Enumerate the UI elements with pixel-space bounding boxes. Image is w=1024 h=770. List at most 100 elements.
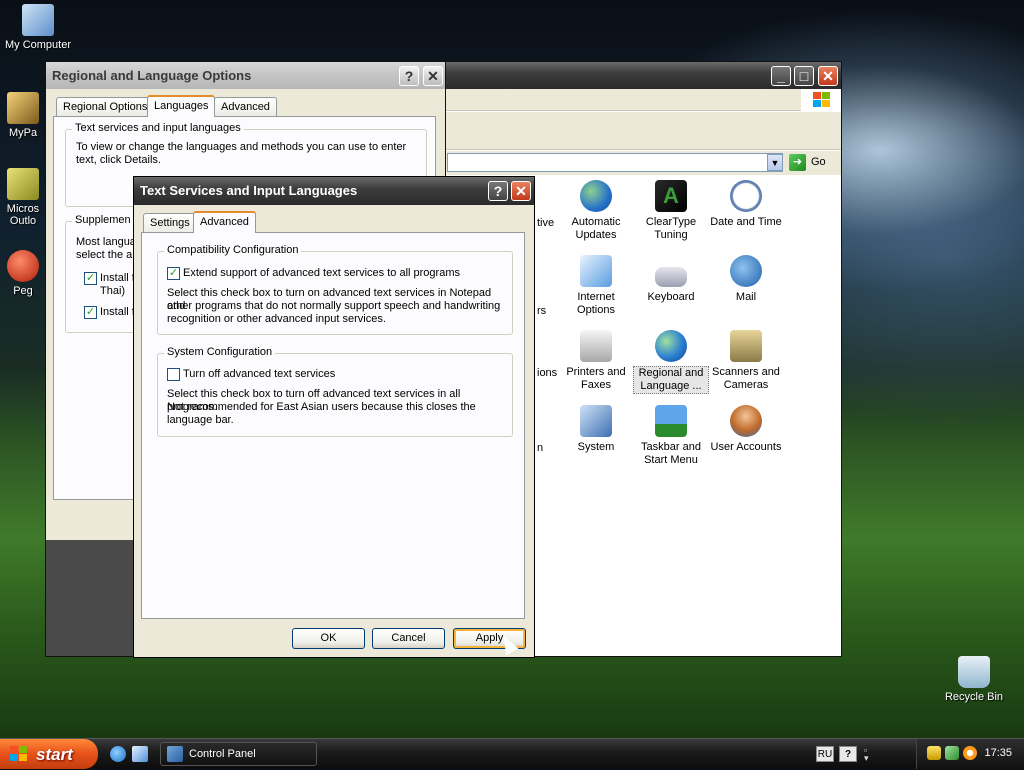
help-button[interactable]: ?	[399, 66, 419, 86]
cp-printers-and-faxes[interactable]: Printers and Faxes	[558, 330, 634, 392]
system-icon	[580, 405, 612, 437]
close-button[interactable]: ✕	[511, 181, 531, 201]
peg-icon	[7, 250, 39, 282]
tab-regional-options[interactable]: Regional Options	[56, 97, 155, 117]
desktop-icon-label: Micros	[6, 203, 40, 215]
outlook-icon	[7, 168, 39, 200]
scanner-icon	[730, 330, 762, 362]
cp-label: Mail	[735, 291, 757, 303]
desktop-icon-peg[interactable]: Peg	[0, 250, 46, 297]
tab-languages[interactable]: Languages	[147, 95, 216, 117]
cp-date-and-time[interactable]: Date and Time	[708, 180, 784, 229]
turn-off-text-services-checkbox[interactable]	[167, 368, 180, 381]
compatibility-group: Compatibility Configuration ✓ Extend sup…	[157, 244, 513, 335]
cp-automatic-updates[interactable]: Automatic Updates	[558, 180, 634, 242]
group-text: To view or change the languages and meth…	[76, 141, 407, 153]
desktop-icon-recycle-bin[interactable]: Recycle Bin	[936, 656, 1012, 703]
tab-advanced[interactable]: Advanced	[193, 211, 256, 233]
cp-keyboard[interactable]: Keyboard	[633, 255, 709, 304]
my-computer-icon	[22, 4, 54, 36]
address-dropdown-button[interactable]: ▼	[767, 154, 783, 171]
ok-button[interactable]: OK	[292, 628, 365, 649]
group-title: Compatibility Configuration	[164, 244, 302, 256]
users-icon	[730, 405, 762, 437]
checkbox-label: Thai)	[100, 285, 126, 297]
checkbox-label: Install fi	[100, 272, 138, 284]
text-services-dialog: Text Services and Input Languages ? ✕ Se…	[133, 176, 535, 658]
windows-flag-icon	[10, 746, 28, 762]
toolbar	[445, 112, 841, 150]
text-services-titlebar: Text Services and Input Languages	[134, 177, 534, 205]
cancel-button[interactable]: Cancel	[372, 628, 445, 649]
internet-explorer-icon[interactable]	[110, 746, 126, 762]
cp-label: ClearType Tuning	[645, 216, 697, 241]
partial-label: ions	[537, 367, 558, 379]
cp-internet-options[interactable]: Internet Options	[558, 255, 634, 317]
internet-icon	[580, 255, 612, 287]
description-text: recognition or other advanced input serv…	[167, 313, 386, 325]
desktop-icon-label: Outlo	[9, 215, 37, 227]
advanced-tab-panel: Compatibility Configuration ✓ Extend sup…	[141, 232, 525, 619]
desktop-icon-label: Peg	[13, 285, 33, 297]
cp-label: Keyboard	[647, 291, 695, 303]
help-button[interactable]: ?	[488, 181, 508, 201]
start-button[interactable]: start	[0, 739, 98, 769]
desktop-icon-label: MyPa	[8, 127, 38, 139]
desktop-icon-my-computer[interactable]: My Computer	[0, 4, 76, 51]
group-text: Most langua	[76, 236, 136, 248]
taskbar-icon	[655, 405, 687, 437]
text-services-title: Text Services and Input Languages	[140, 183, 358, 198]
security-shield-icon[interactable]	[927, 746, 941, 760]
maximize-button[interactable]: □	[794, 66, 814, 86]
desktop-icon-mypa[interactable]: MyPa	[0, 92, 46, 139]
cp-scanners-and-cameras[interactable]: Scanners and Cameras	[708, 330, 784, 392]
go-arrow-icon: ➜	[789, 154, 806, 171]
install-files-checkbox-1[interactable]: ✓	[84, 272, 97, 285]
network-icon[interactable]	[945, 746, 959, 760]
group-text: text, click Details.	[76, 154, 161, 166]
address-input[interactable]	[447, 153, 783, 172]
close-button[interactable]: ✕	[423, 66, 443, 86]
system-tray: 17:35	[916, 739, 1024, 769]
search-icon[interactable]	[963, 746, 977, 760]
clock-icon	[730, 180, 762, 212]
cp-label: User Accounts	[710, 441, 782, 453]
taskbar-control-panel[interactable]: Control Panel	[160, 742, 317, 766]
cp-label: Taskbar and Start Menu	[641, 441, 701, 466]
cp-label: System	[577, 441, 615, 453]
cp-label: Regional and Language ...	[633, 366, 709, 394]
cp-regional-and-language[interactable]: Regional and Language ...	[633, 330, 709, 394]
cp-system[interactable]: System	[558, 405, 634, 454]
windows-logo-icon	[801, 89, 841, 111]
globe-icon	[655, 330, 687, 362]
cp-label: Internet Options	[577, 291, 615, 316]
language-bar-options-icon[interactable]: ▫ ▾	[864, 746, 876, 763]
menubar	[445, 89, 841, 111]
go-button[interactable]: ➜ Go	[789, 153, 837, 173]
close-button[interactable]: ✕	[818, 66, 838, 86]
language-indicator[interactable]: RU	[816, 746, 834, 762]
go-label: Go	[811, 156, 826, 168]
cp-taskbar-and-start-menu[interactable]: Taskbar and Start Menu	[633, 405, 709, 467]
minimize-button[interactable]: _	[771, 66, 791, 86]
show-desktop-icon[interactable]	[132, 746, 148, 762]
extend-support-checkbox[interactable]: ✓	[167, 267, 180, 280]
desktop-icon-label: My Computer	[4, 39, 72, 51]
address-bar: ▼ ➜ Go	[445, 151, 841, 175]
cp-mail[interactable]: Mail	[708, 255, 784, 304]
tab-advanced[interactable]: Advanced	[214, 97, 277, 117]
keyboard-icon	[655, 267, 687, 287]
help-icon[interactable]: ?	[839, 746, 857, 762]
cp-label: Scanners and Cameras	[712, 366, 780, 391]
cp-label: Date and Time	[710, 216, 782, 228]
cp-label: Printers and Faxes	[566, 366, 626, 391]
cp-cleartype-tuning[interactable]: A ClearType Tuning	[633, 180, 709, 242]
install-files-checkbox-2[interactable]: ✓	[84, 306, 97, 319]
tab-settings[interactable]: Settings	[143, 213, 197, 233]
desktop-icon-outlook[interactable]: Micros Outlo	[0, 168, 46, 227]
taskbar: start Control Panel RU ? ▫ ▾ 17:35	[0, 738, 1024, 769]
group-text: select the ap	[76, 249, 139, 261]
cp-user-accounts[interactable]: User Accounts	[708, 405, 784, 454]
clock: 17:35	[984, 747, 1012, 759]
checkbox-label: Install fi	[100, 306, 138, 318]
